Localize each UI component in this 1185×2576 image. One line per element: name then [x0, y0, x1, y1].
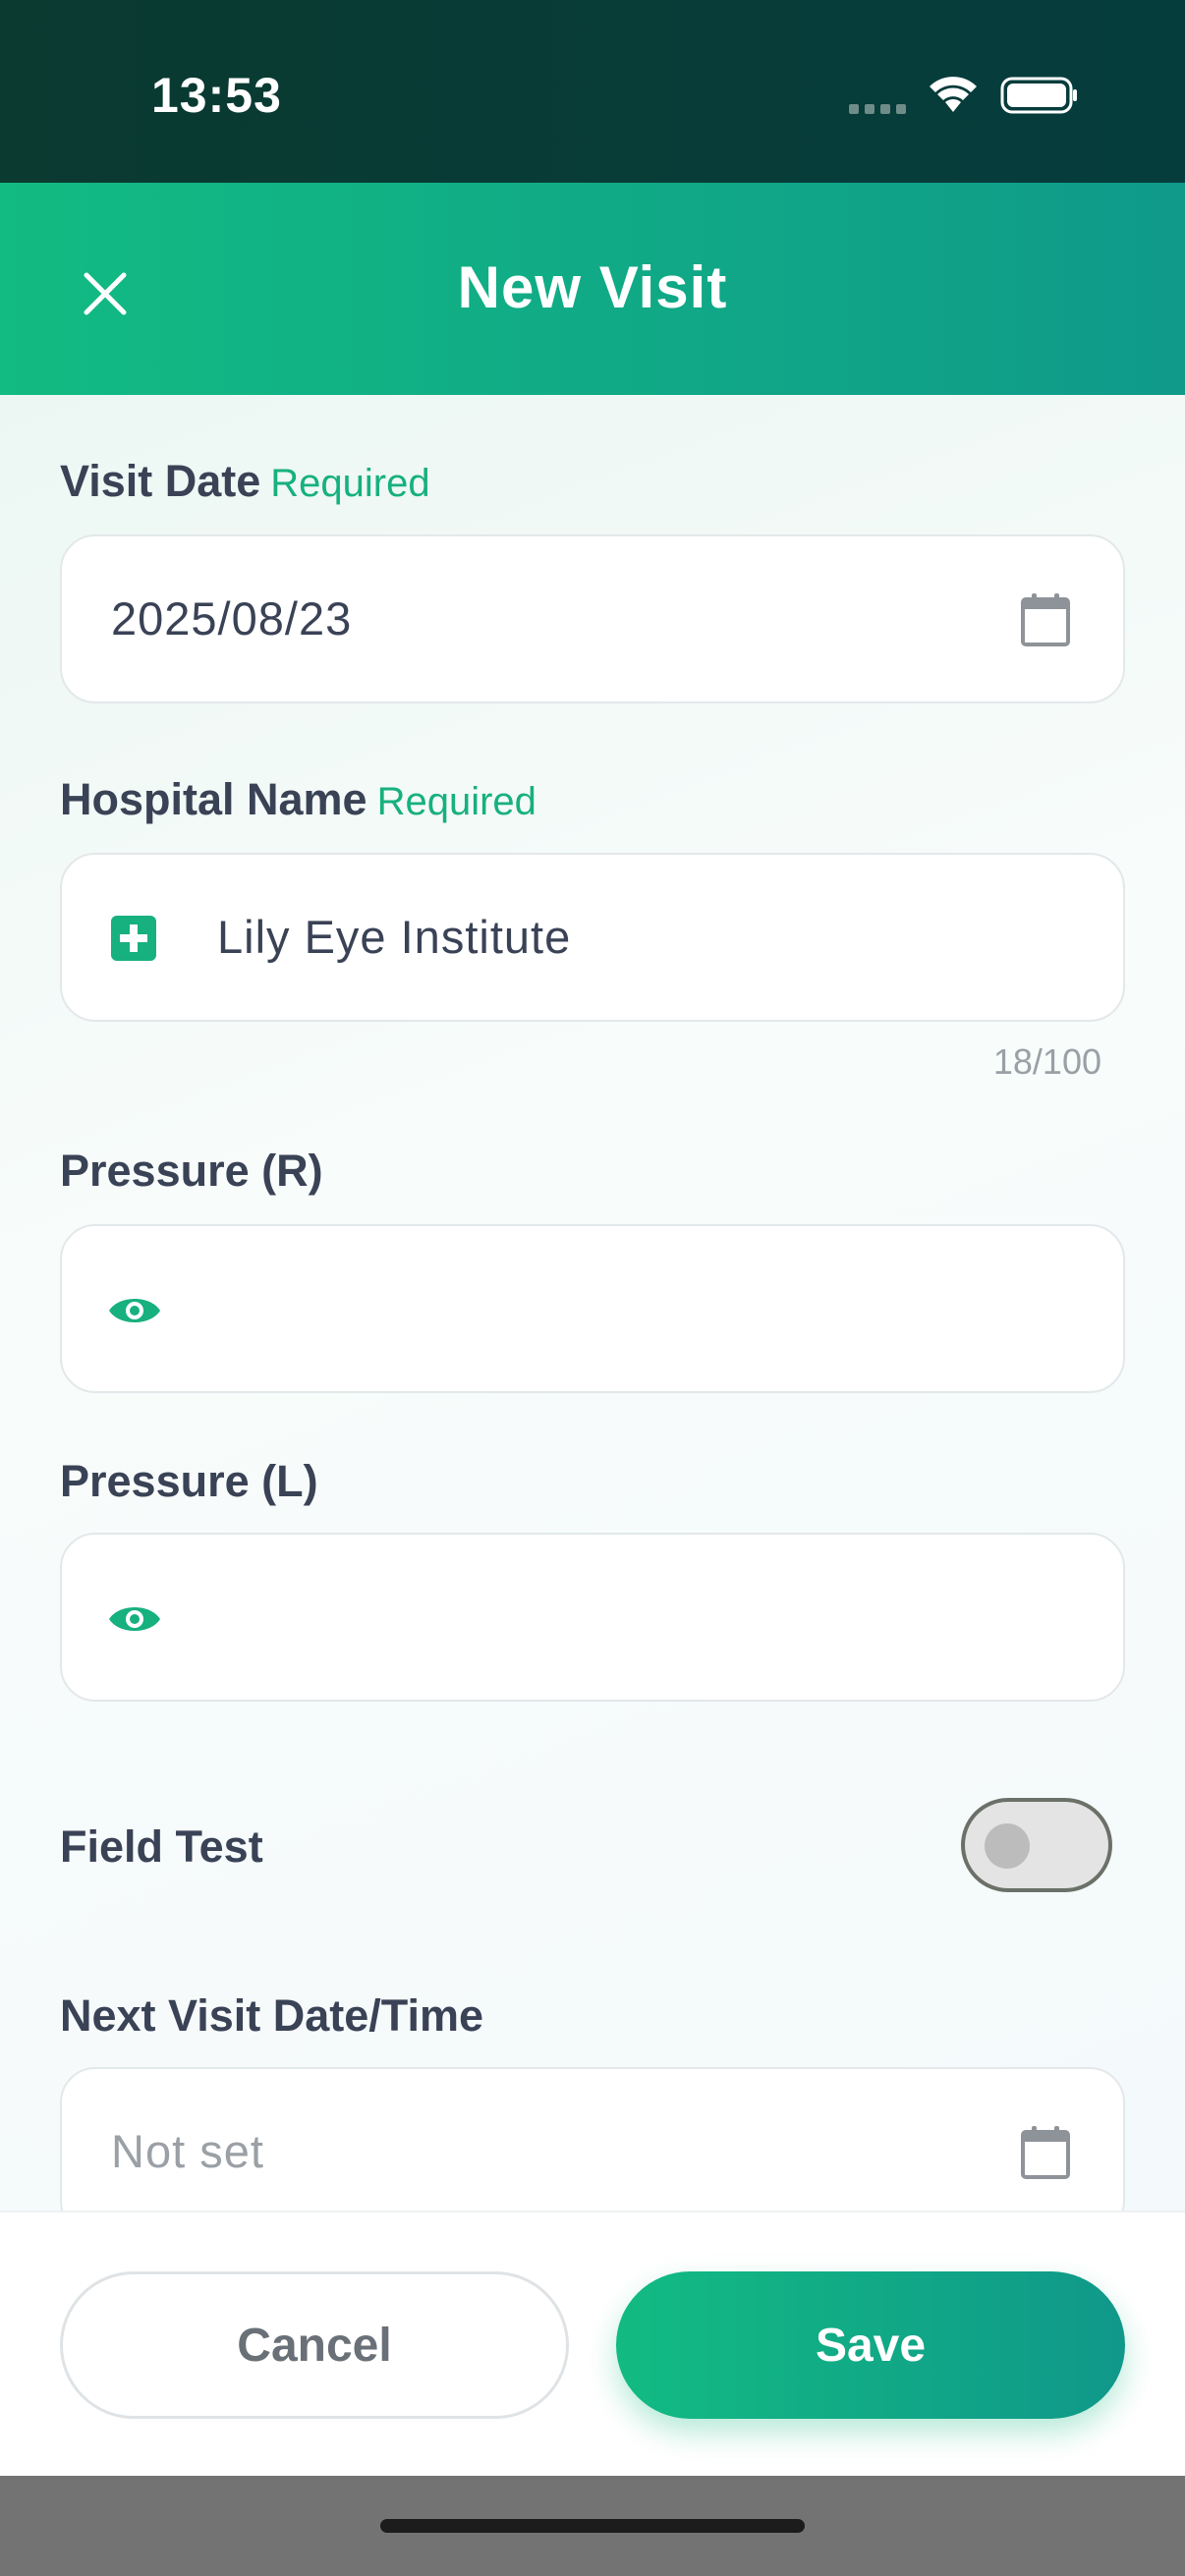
cancel-button[interactable]: Cancel — [60, 2271, 569, 2419]
character-counter: 18/100 — [992, 1041, 1101, 1082]
hospital-name-label: Hospital Name Required — [60, 774, 536, 825]
status-time: 13:53 — [151, 68, 282, 123]
next-visit-label: Next Visit Date/Time — [60, 1990, 484, 2041]
page-title: New Visit — [457, 254, 728, 320]
home-indicator[interactable] — [380, 2519, 805, 2533]
eye-icon — [109, 1299, 160, 1322]
home-indicator-area — [0, 2476, 1185, 2576]
save-button[interactable]: Save — [616, 2271, 1125, 2419]
app-header: New Visit — [0, 183, 1185, 395]
battery-icon — [1000, 77, 1077, 114]
calendar-icon — [1021, 2126, 1070, 2179]
visit-date-label-text: Visit Date — [60, 456, 261, 506]
hospital-name-label-text: Hospital Name — [60, 774, 367, 824]
cellular-signal-icon — [849, 104, 906, 114]
field-test-toggle[interactable] — [961, 1798, 1112, 1892]
status-bar: 13:53 — [0, 0, 1185, 183]
field-test-label: Field Test — [60, 1821, 263, 1872]
wifi-icon — [930, 77, 977, 112]
pressure-right-label: Pressure (R) — [60, 1146, 323, 1196]
next-visit-placeholder: Not set — [111, 2125, 264, 2177]
medical-cross-icon — [111, 916, 156, 961]
pressure-left-label: Pressure (L) — [60, 1456, 318, 1506]
required-tag: Required — [270, 462, 430, 505]
hospital-name-field[interactable]: Lily Eye Institute — [60, 853, 1125, 1022]
next-visit-field[interactable]: Not set — [60, 2067, 1125, 2211]
pressure-left-field[interactable] — [60, 1533, 1125, 1702]
toggle-knob — [985, 1823, 1030, 1869]
pressure-right-field[interactable] — [60, 1224, 1125, 1393]
hospital-name-value: Lily Eye Institute — [217, 911, 572, 963]
required-tag: Required — [376, 780, 536, 823]
eye-icon — [109, 1607, 160, 1631]
visit-date-value: 2025/08/23 — [111, 592, 353, 644]
action-bar: Cancel Save — [0, 2211, 1185, 2476]
visit-form: Visit Date Required 2025/08/23 Hospital N… — [0, 395, 1185, 2211]
visit-date-label: Visit Date Required — [60, 456, 430, 507]
calendar-icon — [1021, 593, 1070, 646]
visit-date-field[interactable]: 2025/08/23 — [60, 534, 1125, 703]
